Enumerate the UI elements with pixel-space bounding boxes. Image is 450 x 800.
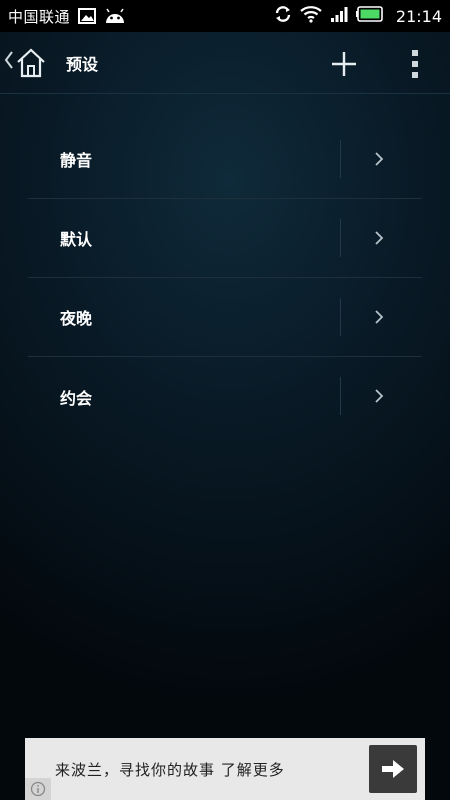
sync-icon (274, 5, 292, 27)
preset-label: 静音 (60, 151, 93, 170)
preset-item-default[interactable]: 默认 (28, 199, 422, 278)
back-chevron-icon (4, 50, 14, 75)
overflow-menu-button[interactable] (400, 46, 430, 82)
chevron-right-icon[interactable] (373, 306, 385, 328)
preset-item-silent[interactable]: 静音 (28, 120, 422, 199)
info-icon[interactable] (25, 778, 51, 800)
preset-label: 默认 (60, 230, 93, 249)
clock: 21:14 (395, 6, 442, 26)
preset-item-night[interactable]: 夜晚 (28, 278, 422, 357)
image-icon (78, 8, 97, 24)
carrier-name: 中国联通 (8, 7, 71, 26)
add-preset-button[interactable] (326, 46, 362, 82)
item-divider (340, 140, 341, 178)
preset-label: 约会 (60, 388, 93, 408)
preset-item-date[interactable]: 约会 (28, 357, 422, 436)
screen: 中国联通 21:14 预设 静音 默认 夜晚 约会 来波兰，寻找你的故事 了解更… (0, 0, 450, 800)
chevron-right-icon[interactable] (373, 148, 385, 170)
ad-banner[interactable]: 来波兰，寻找你的故事 了解更多 (25, 738, 425, 800)
plus-icon (332, 52, 356, 76)
item-divider (340, 219, 341, 257)
android-icon (104, 8, 126, 24)
action-bar: 预设 (0, 32, 450, 94)
page-title: 预设 (66, 54, 99, 74)
chevron-right-icon[interactable] (373, 227, 385, 249)
home-icon (14, 46, 48, 80)
wifi-icon (300, 5, 322, 27)
home-up-button[interactable] (0, 32, 48, 93)
ad-open-button[interactable] (369, 745, 417, 793)
status-bar: 中国联通 21:14 (0, 0, 450, 32)
ad-text: 来波兰，寻找你的故事 了解更多 (55, 760, 285, 779)
signal-icon (330, 5, 348, 27)
item-divider (340, 377, 341, 415)
item-divider (340, 298, 341, 336)
chevron-right-icon[interactable] (373, 385, 385, 407)
arrow-right-icon (382, 760, 404, 778)
preset-list: 静音 默认 夜晚 约会 (28, 120, 422, 436)
more-vert-icon (412, 50, 418, 78)
battery-icon (355, 6, 384, 26)
preset-label: 夜晚 (60, 309, 93, 328)
